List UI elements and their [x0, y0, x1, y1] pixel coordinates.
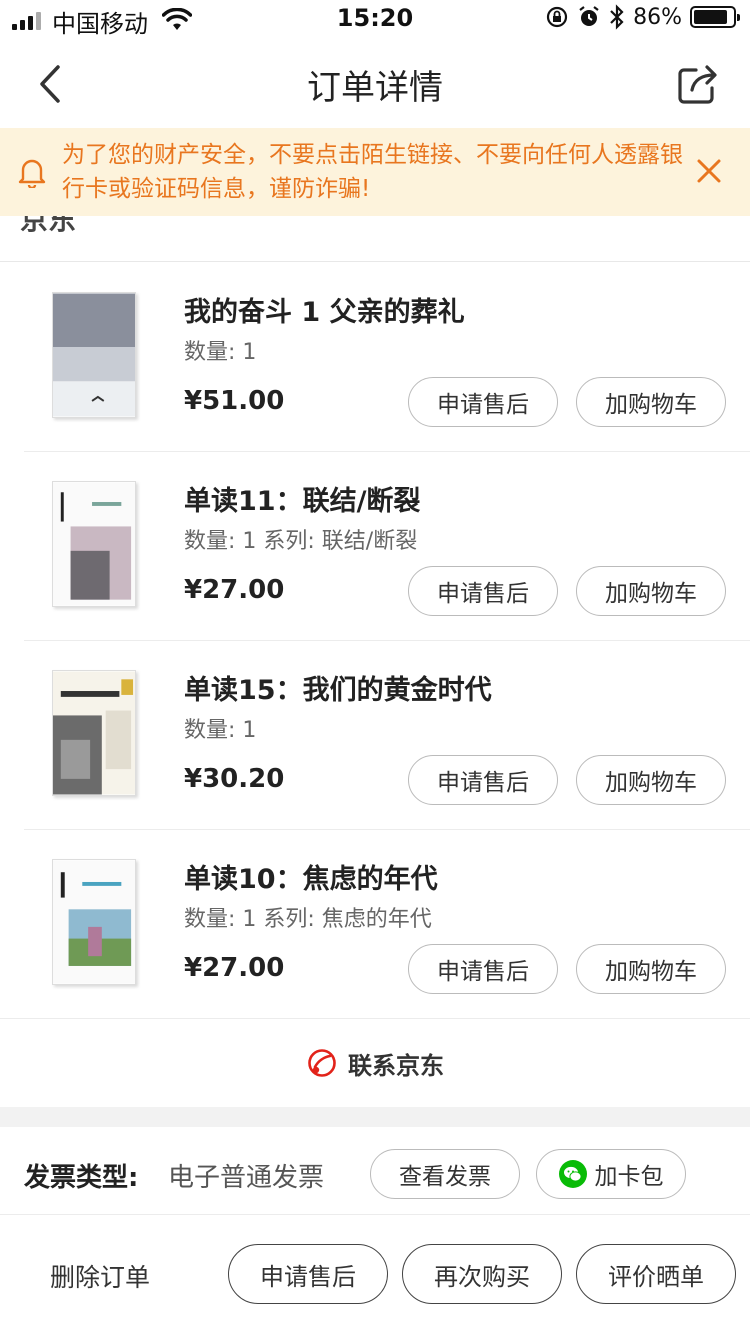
book-cover[interactable]: [52, 481, 136, 607]
item-price: ¥27.00: [184, 575, 285, 605]
status-bar: 中国移动 15:20 86%: [0, 0, 750, 40]
add-to-cart-button[interactable]: 加购物车: [576, 377, 726, 427]
order-item[interactable]: 单读11：联结/断裂 数量: 1 系列: 联结/断裂 ¥27.00 申请售后 加…: [0, 451, 750, 640]
order-items: 我的奋斗 1 父亲的葬礼 数量: 1 ¥51.00 申请售后 加购物车 单读11…: [0, 262, 750, 1018]
item-title[interactable]: 单读15：我们的黄金时代: [184, 668, 492, 707]
wechat-icon: [558, 1160, 587, 1188]
item-title[interactable]: 我的奋斗 1 父亲的葬礼: [184, 290, 465, 329]
book-cover[interactable]: [52, 859, 136, 985]
item-price: ¥51.00: [184, 386, 285, 416]
item-title[interactable]: 单读10：焦虑的年代: [184, 857, 438, 896]
book-cover[interactable]: [52, 670, 136, 796]
contact-jd-button[interactable]: 联系京东: [0, 1018, 750, 1107]
invoice-section: 发票类型: 电子普通发票 查看发票 加卡包: [0, 1127, 750, 1215]
notice-text: 为了您的财产安全，不要点击陌生链接、不要向任何人透露银行卡或验证码信息，谨防诈骗…: [62, 142, 683, 202]
add-to-cart-button[interactable]: 加购物车: [576, 755, 726, 805]
invoice-type-value: 电子普通发票: [168, 1163, 325, 1193]
book-cover-art: [53, 293, 135, 417]
item-title[interactable]: 单读11：联结/断裂: [184, 479, 420, 518]
item-price: ¥27.00: [184, 953, 285, 983]
book-cover-art: [53, 671, 135, 795]
nav-bar: 订单详情: [0, 40, 750, 128]
add-to-cart-button[interactable]: 加购物车: [576, 944, 726, 994]
apply-aftersale-button[interactable]: 申请售后: [408, 566, 558, 616]
page-title: 订单详情: [307, 68, 443, 108]
shop-name: 京东: [20, 216, 77, 236]
item-quantity: 数量: 1: [184, 340, 257, 365]
view-invoice-button[interactable]: 查看发票: [370, 1149, 520, 1199]
item-price: ¥30.20: [184, 764, 285, 794]
alarm-icon: [579, 6, 599, 26]
contact-label: 联系京东: [348, 1051, 444, 1080]
security-notice: 为了您的财产安全，不要点击陌生链接、不要向任何人透露银行卡或验证码信息，谨防诈骗…: [0, 128, 750, 216]
rotation-lock-icon: [546, 6, 568, 28]
book-cover[interactable]: [52, 292, 136, 418]
item-quantity: 数量: 1 系列: 焦虑的年代: [184, 907, 432, 932]
section-divider: [0, 1107, 750, 1127]
close-icon[interactable]: [696, 158, 722, 184]
item-quantity: 数量: 1 系列: 联结/断裂: [184, 529, 418, 554]
apply-aftersale-button[interactable]: 申请售后: [408, 944, 558, 994]
add-to-card-wallet-label: 加卡包: [594, 1164, 664, 1190]
order-item[interactable]: 单读10：焦虑的年代 数量: 1 系列: 焦虑的年代 ¥27.00 申请售后 加…: [0, 829, 750, 1018]
bluetooth-icon: [610, 4, 624, 30]
add-to-card-wallet-button[interactable]: 加卡包: [536, 1149, 686, 1199]
bell-icon: [18, 159, 46, 188]
shop-header[interactable]: 京东: [0, 216, 750, 262]
share-icon[interactable]: [676, 62, 720, 106]
book-cover-art: [53, 482, 135, 606]
customer-service-icon: [308, 1049, 336, 1077]
item-quantity: 数量: 1: [184, 718, 257, 743]
footer-action-bar: 删除订单 申请售后 再次购买 评价晒单: [0, 1216, 750, 1334]
order-item[interactable]: 单读15：我们的黄金时代 数量: 1 ¥30.20 申请售后 加购物车: [0, 640, 750, 829]
buy-again-button[interactable]: 再次购买: [402, 1244, 562, 1304]
book-cover-art: [53, 860, 135, 984]
battery-percent: 86%: [633, 4, 682, 30]
review-order-button[interactable]: 评价晒单: [576, 1244, 736, 1304]
battery-icon: [690, 6, 740, 28]
invoice-type-label: 发票类型:: [24, 1163, 139, 1193]
order-item[interactable]: 我的奋斗 1 父亲的葬礼 数量: 1 ¥51.00 申请售后 加购物车: [0, 262, 750, 451]
apply-aftersale-button[interactable]: 申请售后: [408, 755, 558, 805]
delete-order-button[interactable]: 删除订单: [50, 1258, 150, 1294]
apply-aftersale-footer-button[interactable]: 申请售后: [228, 1244, 388, 1304]
apply-aftersale-button[interactable]: 申请售后: [408, 377, 558, 427]
add-to-cart-button[interactable]: 加购物车: [576, 566, 726, 616]
